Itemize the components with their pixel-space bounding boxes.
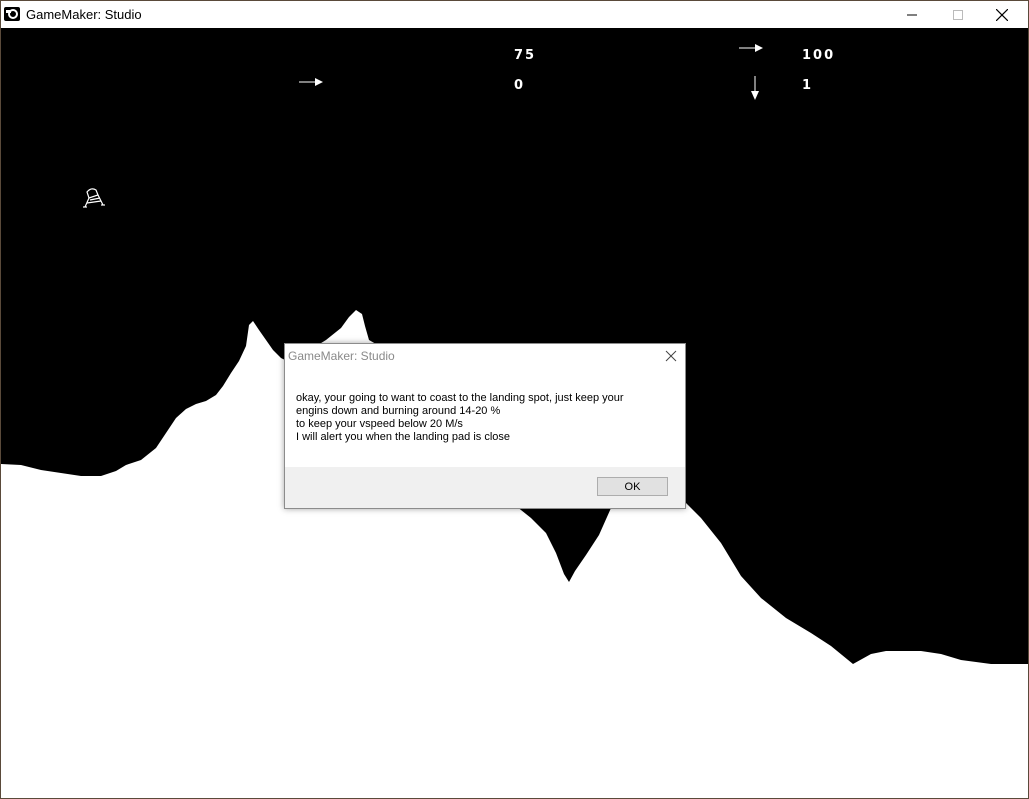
dialog-close-button[interactable] <box>663 348 679 364</box>
hud-top-right-value: 100 <box>802 48 836 63</box>
window-title: GameMaker: Studio <box>26 7 142 22</box>
game-window: GameMaker: Studio 75 0 100 1 GameMaker: … <box>0 0 1029 799</box>
hud-bottom-right-value: 1 <box>802 78 814 93</box>
dialog-message-line: engins down and burning around 14-20 % <box>296 405 501 417</box>
minimize-icon <box>907 14 917 15</box>
ok-button[interactable]: OK <box>597 477 668 496</box>
hud-bottom-center-value: 0 <box>514 78 526 93</box>
gamemaker-logo-icon <box>4 7 20 21</box>
close-button[interactable] <box>979 1 1025 28</box>
minimize-button[interactable] <box>889 1 935 28</box>
close-icon <box>665 350 677 362</box>
close-icon <box>996 8 1008 21</box>
title-bar[interactable]: GameMaker: Studio <box>1 1 1028 28</box>
dialog-message-line: to keep your vspeed below 20 M/s <box>296 418 463 430</box>
dialog-message-line: I will alert you when the landing pad is… <box>296 431 511 443</box>
message-dialog: GameMaker: Studio okay, your going to wa… <box>284 343 686 509</box>
dialog-title: GameMaker: Studio <box>288 349 395 363</box>
maximize-icon <box>953 9 963 20</box>
arrow-right-icon <box>299 78 323 86</box>
dialog-message-line: okay, your going to want to coast to the… <box>296 392 624 404</box>
arrow-right-icon <box>739 44 763 52</box>
arrow-down-icon <box>751 76 759 100</box>
dialog-message: okay, your going to want to coast to the… <box>296 392 676 444</box>
hud-top-center-value: 75 <box>514 48 537 63</box>
dialog-footer: OK <box>285 467 685 508</box>
lunar-lander-sprite <box>83 188 105 208</box>
maximize-button[interactable] <box>935 1 981 28</box>
